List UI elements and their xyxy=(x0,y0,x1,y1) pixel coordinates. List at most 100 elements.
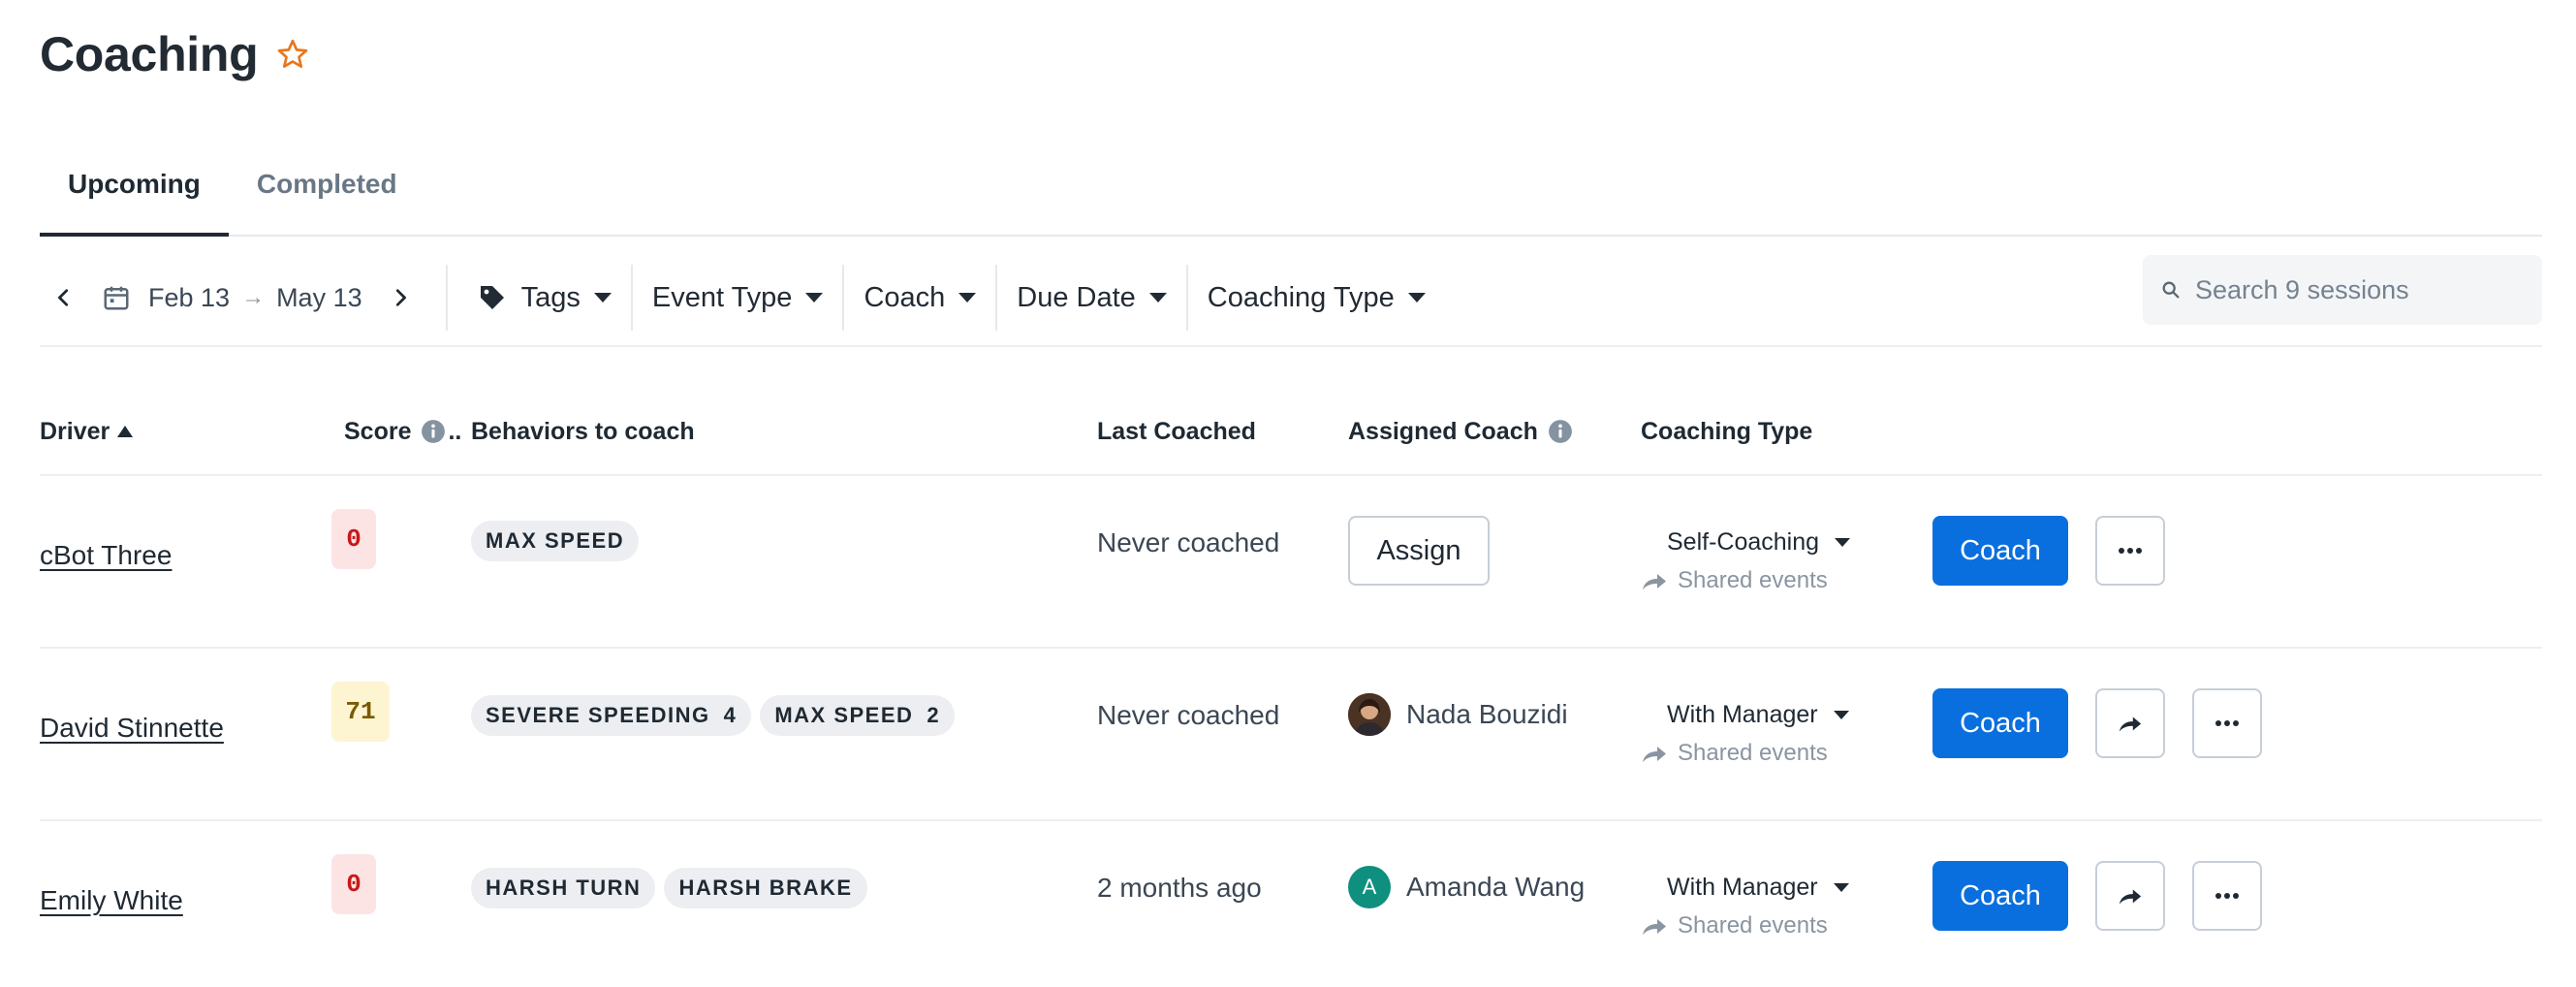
chevron-left-icon xyxy=(58,289,69,306)
actions-cell: Coach xyxy=(1932,688,2262,758)
shared-events: Shared events xyxy=(1641,740,1849,767)
tab-upcoming[interactable]: Upcoming xyxy=(40,151,229,237)
chevron-down-icon xyxy=(593,293,612,302)
coaching-type-select[interactable]: Self-Coaching xyxy=(1667,525,1851,559)
chevron-down-icon xyxy=(1835,537,1851,547)
coaching-type-value: Self-Coaching xyxy=(1667,527,1820,556)
info-icon[interactable] xyxy=(421,419,446,444)
coach-button[interactable]: Coach xyxy=(1932,688,2068,758)
driver-cell: Emily White xyxy=(40,876,183,926)
chevron-down-icon xyxy=(1148,293,1167,302)
date-range-picker[interactable]: Feb 13 → May 13 xyxy=(102,283,362,313)
sort-ascending-icon xyxy=(117,426,134,437)
next-range-button[interactable] xyxy=(376,273,424,322)
tags-filter[interactable]: Tags xyxy=(465,269,623,327)
shared-events: Shared events xyxy=(1641,567,1850,594)
divider xyxy=(842,265,845,331)
due-date-filter[interactable]: Due Date xyxy=(1005,269,1178,327)
last-coached-value: Never coached xyxy=(1097,527,1280,557)
event-type-filter-label: Event Type xyxy=(651,281,793,313)
table-row: cBot Three 0 MAX SPEED Never coached Ass… xyxy=(40,476,2542,649)
assigned-coach-name: Amanda Wang xyxy=(1406,872,1586,902)
coaching-type-value: With Manager xyxy=(1667,873,1818,901)
column-coaching-type[interactable]: Coaching Type xyxy=(1641,407,1812,456)
star-icon[interactable] xyxy=(275,37,310,72)
date-start: Feb 13 xyxy=(148,282,231,312)
score-badge: 71 xyxy=(331,682,390,742)
coaching-type-filter[interactable]: Coaching Type xyxy=(1196,269,1437,327)
table-row: David Stinnette 71 SEVERE SPEEDING 4 MAX… xyxy=(40,649,2542,821)
column-score-truncation: .. xyxy=(448,417,462,445)
divider xyxy=(1185,265,1188,331)
more-options-button[interactable] xyxy=(2192,688,2262,758)
more-options-button[interactable] xyxy=(2095,516,2165,586)
driver-link[interactable]: Emily White xyxy=(40,885,183,916)
driver-link[interactable]: cBot Three xyxy=(40,540,172,571)
info-icon[interactable] xyxy=(1548,419,1573,444)
driver-cell: cBot Three xyxy=(40,530,172,581)
previous-range-button[interactable] xyxy=(40,273,88,322)
column-behaviors: Behaviors to coach xyxy=(471,417,695,445)
date-arrow: → xyxy=(241,284,266,310)
more-icon xyxy=(2119,548,2142,554)
divider xyxy=(995,265,998,331)
forward-icon xyxy=(2119,889,2142,905)
shared-events-label: Shared events xyxy=(1678,740,1828,766)
share-button[interactable] xyxy=(2095,688,2165,758)
behaviors-cell: SEVERE SPEEDING 4 MAX SPEED 2 xyxy=(471,695,963,736)
chevron-down-icon xyxy=(958,293,977,302)
last-coached-value: 2 months ago xyxy=(1097,873,1262,903)
shared-events-label: Shared events xyxy=(1678,567,1828,593)
behavior-tag: HARSH BRAKE xyxy=(664,868,867,908)
tags-filter-label: Tags xyxy=(520,281,581,313)
due-date-filter-label: Due Date xyxy=(1017,281,1136,313)
coaching-type-cell: Self-Coaching Shared events xyxy=(1641,525,1851,594)
event-type-filter[interactable]: Event Type xyxy=(641,269,835,327)
chevron-down-icon xyxy=(1833,882,1849,892)
column-driver-label: Driver xyxy=(40,417,110,445)
tab-completed[interactable]: Completed xyxy=(229,151,425,237)
score-badge: 0 xyxy=(331,509,376,569)
share-arrow-icon xyxy=(1643,747,1666,762)
column-score[interactable]: Score .. xyxy=(344,407,461,456)
tab-bar: Upcoming Completed xyxy=(40,151,2542,237)
coaching-type-select[interactable]: With Manager xyxy=(1667,697,1849,732)
column-assigned-coach[interactable]: Assigned Coach xyxy=(1348,407,1573,456)
more-options-button[interactable] xyxy=(2192,861,2262,931)
driver-cell: David Stinnette xyxy=(40,703,224,753)
divider xyxy=(630,265,633,331)
behavior-tag-label: HARSH BRAKE xyxy=(678,876,853,900)
behaviors-cell: HARSH TURN HARSH BRAKE xyxy=(471,868,876,908)
search-box xyxy=(2143,255,2542,325)
divider xyxy=(445,265,448,331)
behavior-tag-count: 2 xyxy=(927,703,941,727)
behaviors-cell: MAX SPEED xyxy=(471,521,647,561)
coach-filter-label: Coach xyxy=(864,281,946,313)
chevron-right-icon xyxy=(395,289,406,306)
share-button[interactable] xyxy=(2095,861,2165,931)
avatar-photo xyxy=(1348,693,1391,736)
coach-button[interactable]: Coach xyxy=(1932,516,2068,586)
coach-button[interactable]: Coach xyxy=(1932,861,2068,931)
chevron-down-icon xyxy=(805,293,824,302)
chevron-down-icon xyxy=(1833,710,1849,719)
column-assigned-coach-label: Assigned Coach xyxy=(1348,417,1538,445)
last-coached-cell: 2 months ago xyxy=(1097,868,1262,908)
assigned-coach-cell: A Amanda Wang xyxy=(1348,866,1585,908)
assigned-coach-cell: Assign xyxy=(1348,516,1490,586)
column-driver[interactable]: Driver xyxy=(40,407,134,456)
share-arrow-icon xyxy=(1643,919,1666,935)
coaching-type-value: With Manager xyxy=(1667,700,1818,728)
column-score-label: Score xyxy=(344,417,412,445)
driver-link[interactable]: David Stinnette xyxy=(40,713,224,744)
avatar: A xyxy=(1348,866,1391,908)
search-input[interactable] xyxy=(2195,274,2515,305)
actions-cell: Coach xyxy=(1932,516,2165,586)
score-cell: 71 xyxy=(331,682,390,742)
more-icon xyxy=(2215,893,2239,899)
coach-filter[interactable]: Coach xyxy=(852,269,988,327)
assign-button[interactable]: Assign xyxy=(1348,516,1490,586)
column-last-coached[interactable]: Last Coached xyxy=(1097,407,1256,456)
coaching-type-select[interactable]: With Manager xyxy=(1667,870,1849,905)
avatar xyxy=(1348,693,1391,736)
